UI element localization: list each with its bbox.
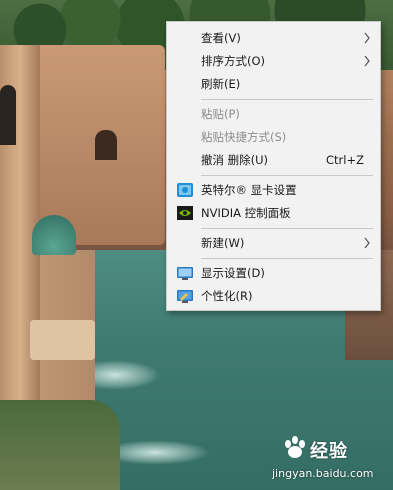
menu-item-sort-by[interactable]: 排序方式(O) bbox=[167, 49, 380, 73]
menu-separator bbox=[201, 99, 373, 100]
menu-item-label: 撤消 删除(U) bbox=[201, 153, 269, 167]
display-settings-icon bbox=[177, 267, 193, 280]
menu-item-personalize[interactable]: 个性化(R) bbox=[167, 284, 380, 308]
menu-item-paste[interactable]: 粘贴(P) bbox=[167, 102, 380, 126]
intel-graphics-icon bbox=[177, 183, 193, 197]
menu-item-shortcut: Ctrl+Z bbox=[326, 153, 364, 167]
menu-item-label: 排序方式(O) bbox=[201, 54, 266, 68]
baidu-jingyan-watermark: 经验 jingyan.baidu.com bbox=[272, 432, 390, 486]
wallpaper-dome bbox=[32, 215, 76, 255]
wallpaper-balcony bbox=[30, 320, 95, 360]
wallpaper-tower-window bbox=[0, 85, 16, 145]
menu-item-label: NVIDIA 控制面板 bbox=[201, 206, 291, 220]
menu-item-label: 查看(V) bbox=[201, 31, 241, 45]
menu-item-paste-shortcut[interactable]: 粘贴快捷方式(S) bbox=[167, 125, 380, 149]
menu-item-view[interactable]: 查看(V) bbox=[167, 26, 380, 50]
submenu-arrow-icon bbox=[364, 32, 370, 44]
menu-item-new[interactable]: 新建(W) bbox=[167, 231, 380, 255]
menu-item-label: 英特尔® 显卡设置 bbox=[201, 183, 297, 197]
menu-item-label: 个性化(R) bbox=[201, 289, 253, 303]
watermark-url: jingyan.baidu.com bbox=[272, 467, 374, 480]
menu-item-label: 刷新(E) bbox=[201, 77, 241, 91]
menu-separator bbox=[201, 258, 373, 259]
menu-item-display-settings[interactable]: 显示设置(D) bbox=[167, 261, 380, 285]
menu-item-refresh[interactable]: 刷新(E) bbox=[167, 72, 380, 96]
watermark-brand: 经验 bbox=[310, 441, 348, 462]
desktop-context-menu: 查看(V) 排序方式(O) 刷新(E) 粘贴(P) 粘贴快捷方式(S) 撤消 删… bbox=[166, 21, 381, 311]
menu-item-label: 新建(W) bbox=[201, 236, 245, 250]
submenu-arrow-icon bbox=[364, 55, 370, 67]
menu-separator bbox=[201, 175, 373, 176]
menu-item-nvidia-control-panel[interactable]: NVIDIA 控制面板 bbox=[167, 201, 380, 225]
submenu-arrow-icon bbox=[364, 237, 370, 249]
nvidia-icon bbox=[177, 206, 193, 220]
menu-item-label: 粘贴(P) bbox=[201, 107, 240, 121]
menu-item-undo-delete[interactable]: 撤消 删除(U) Ctrl+Z bbox=[167, 148, 380, 172]
menu-item-intel-graphics[interactable]: 英特尔® 显卡设置 bbox=[167, 178, 380, 202]
menu-separator bbox=[201, 228, 373, 229]
menu-item-label: 显示设置(D) bbox=[201, 266, 265, 280]
menu-item-label: 粘贴快捷方式(S) bbox=[201, 130, 287, 144]
personalize-icon bbox=[177, 290, 193, 303]
wallpaper-rocks bbox=[0, 400, 120, 490]
wallpaper-cave-door bbox=[95, 130, 117, 160]
